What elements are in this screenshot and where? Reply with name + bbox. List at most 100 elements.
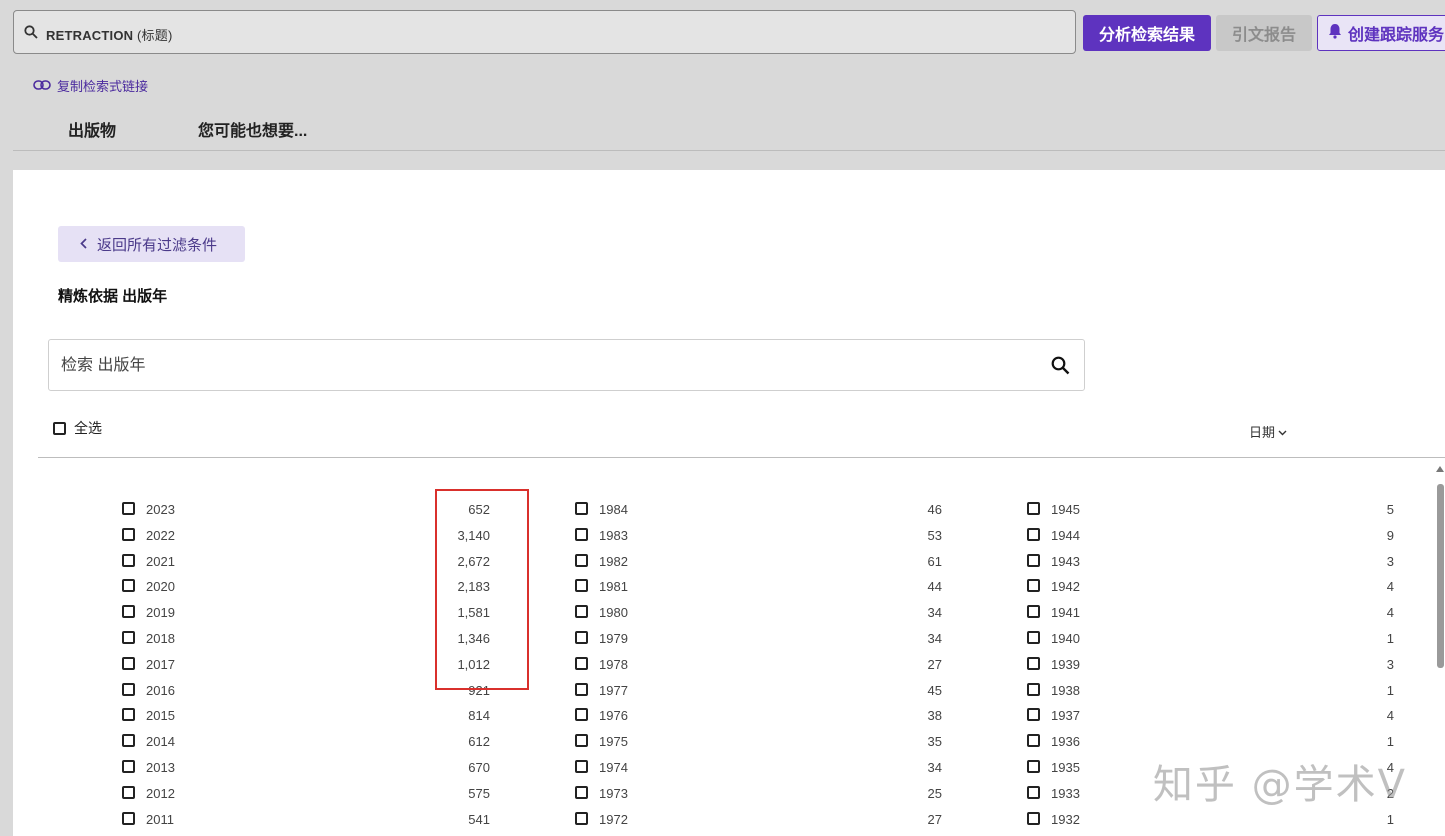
year-checkbox[interactable] — [1027, 786, 1040, 799]
year-checkbox[interactable] — [575, 760, 588, 773]
year-row[interactable]: 1936 1 — [1027, 733, 1394, 751]
tab-publications[interactable]: 出版物 — [68, 117, 116, 141]
year-count: 38 — [927, 708, 942, 723]
year-count: 4 — [1386, 708, 1394, 723]
year-row[interactable]: 2011 541 — [122, 811, 490, 829]
year-label: 1984 — [599, 502, 628, 517]
tab-you-may-also-like[interactable]: 您可能也想要... — [198, 117, 307, 141]
year-checkbox[interactable] — [122, 812, 135, 825]
year-row[interactable]: 1981 44 — [575, 578, 942, 596]
year-count: 1 — [1386, 631, 1394, 646]
year-checkbox[interactable] — [575, 554, 588, 567]
year-checkbox[interactable] — [575, 734, 588, 747]
year-checkbox[interactable] — [575, 786, 588, 799]
year-checkbox[interactable] — [575, 579, 588, 592]
year-checkbox[interactable] — [122, 734, 135, 747]
year-row[interactable]: 1939 3 — [1027, 656, 1394, 674]
year-row[interactable]: 2014 612 — [122, 733, 490, 751]
search-query-bar[interactable]: RETRACTION (标题) — [13, 10, 1076, 54]
scroll-up-arrow-icon[interactable] — [1436, 466, 1444, 472]
year-row[interactable]: 1975 35 — [575, 733, 942, 751]
year-checkbox[interactable] — [1027, 579, 1040, 592]
year-row[interactable]: 1938 1 — [1027, 682, 1394, 700]
year-checkbox[interactable] — [575, 502, 588, 515]
year-checkbox[interactable] — [1027, 502, 1040, 515]
scrollbar-thumb[interactable] — [1437, 484, 1444, 668]
year-checkbox[interactable] — [575, 605, 588, 618]
year-row[interactable]: 1944 9 — [1027, 527, 1394, 545]
year-checkbox[interactable] — [122, 683, 135, 696]
year-checkbox[interactable] — [1027, 631, 1040, 644]
year-row[interactable]: 1974 34 — [575, 759, 942, 777]
year-checkbox[interactable] — [575, 631, 588, 644]
year-checkbox[interactable] — [1027, 554, 1040, 567]
year-row[interactable]: 1945 5 — [1027, 501, 1394, 519]
year-checkbox[interactable] — [1027, 528, 1040, 541]
year-row[interactable]: 1976 38 — [575, 707, 942, 725]
year-count: 3 — [1386, 554, 1394, 569]
year-checkbox[interactable] — [122, 554, 135, 567]
year-row[interactable]: 1973 25 — [575, 785, 942, 803]
year-label: 2012 — [146, 786, 175, 801]
year-checkbox[interactable] — [122, 528, 135, 541]
year-checkbox[interactable] — [1027, 812, 1040, 825]
year-row[interactable]: 1942 4 — [1027, 578, 1394, 596]
year-label: 2014 — [146, 734, 175, 749]
year-checkbox[interactable] — [1027, 657, 1040, 670]
year-checkbox[interactable] — [575, 657, 588, 670]
year-checkbox[interactable] — [1027, 683, 1040, 696]
select-all[interactable]: 全选 — [53, 418, 102, 438]
year-row[interactable]: 2013 670 — [122, 759, 490, 777]
year-row[interactable]: 1932 1 — [1027, 811, 1394, 829]
year-checkbox[interactable] — [122, 708, 135, 721]
year-row[interactable]: 2012 575 — [122, 785, 490, 803]
refine-title: 精炼依据 出版年 — [58, 288, 168, 305]
year-row[interactable]: 1982 61 — [575, 553, 942, 571]
year-checkbox[interactable] — [1027, 708, 1040, 721]
year-row[interactable]: 2015 814 — [122, 707, 490, 725]
year-checkbox[interactable] — [575, 812, 588, 825]
select-all-checkbox[interactable] — [53, 421, 66, 435]
year-checkbox[interactable] — [122, 760, 135, 773]
year-row[interactable]: 1937 4 — [1027, 707, 1394, 725]
year-checkbox[interactable] — [122, 605, 135, 618]
year-row[interactable]: 1940 1 — [1027, 630, 1394, 648]
watermark: 知乎 @学术V — [1152, 762, 1407, 808]
year-label: 2011 — [146, 812, 174, 827]
year-checkbox[interactable] — [122, 631, 135, 644]
year-search-field[interactable] — [48, 339, 1085, 391]
create-alert-button[interactable]: 创建跟踪服务 — [1317, 15, 1445, 51]
year-checkbox[interactable] — [122, 579, 135, 592]
year-label: 1977 — [599, 683, 628, 698]
year-row[interactable]: 1972 27 — [575, 811, 942, 829]
year-row[interactable]: 1983 53 — [575, 527, 942, 545]
year-count: 34 — [927, 760, 942, 775]
copy-query-link[interactable]: 复制检索式链接 — [33, 76, 148, 95]
sort-by-date-dropdown[interactable]: 日期 — [1249, 422, 1287, 441]
year-label: 1943 — [1051, 554, 1080, 569]
analyze-results-button[interactable]: 分析检索结果 — [1083, 15, 1211, 51]
citation-report-button[interactable]: 引文报告 — [1216, 15, 1312, 51]
year-checkbox[interactable] — [122, 502, 135, 515]
year-checkbox[interactable] — [1027, 605, 1040, 618]
year-row[interactable]: 1977 45 — [575, 682, 942, 700]
year-search-input[interactable] — [59, 352, 1023, 380]
year-checkbox[interactable] — [122, 786, 135, 799]
year-row[interactable]: 1980 34 — [575, 604, 942, 622]
year-checkbox[interactable] — [122, 657, 135, 670]
year-checkbox[interactable] — [575, 708, 588, 721]
year-checkbox[interactable] — [575, 528, 588, 541]
create-alert-label: 创建跟踪服务 — [1348, 27, 1445, 44]
year-row[interactable]: 1978 27 — [575, 656, 942, 674]
year-checkbox[interactable] — [575, 683, 588, 696]
year-count: 4 — [1386, 579, 1394, 594]
year-count: 814 — [468, 708, 490, 723]
year-checkbox[interactable] — [1027, 734, 1040, 747]
year-row[interactable]: 1941 4 — [1027, 604, 1394, 622]
search-icon[interactable] — [1051, 356, 1070, 380]
year-row[interactable]: 1943 3 — [1027, 553, 1394, 571]
back-to-all-filters-button[interactable]: 返回所有过滤条件 — [58, 226, 245, 262]
year-row[interactable]: 1979 34 — [575, 630, 942, 648]
year-checkbox[interactable] — [1027, 760, 1040, 773]
year-row[interactable]: 1984 46 — [575, 501, 942, 519]
